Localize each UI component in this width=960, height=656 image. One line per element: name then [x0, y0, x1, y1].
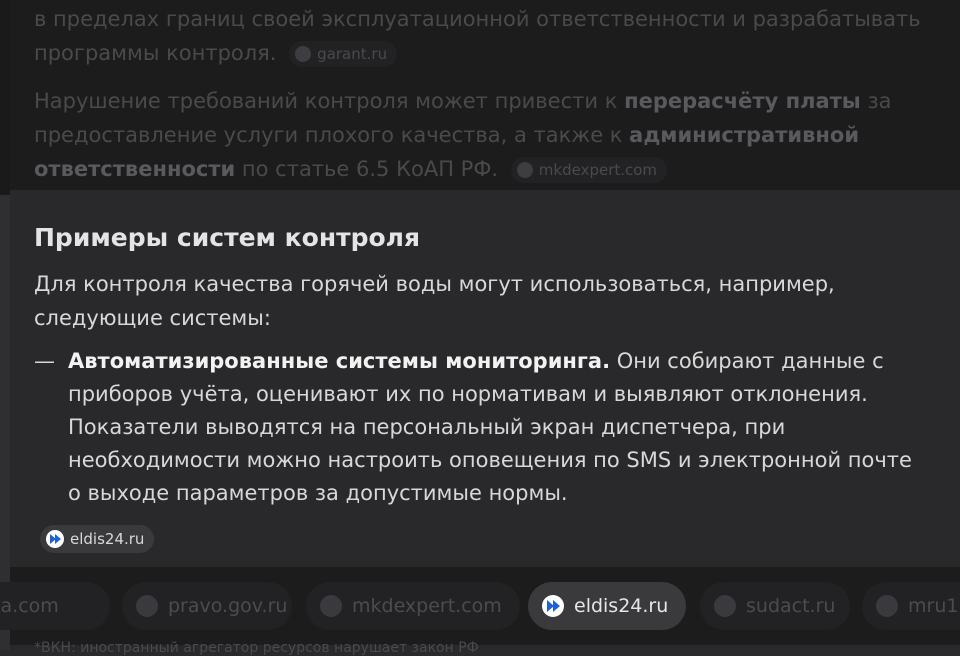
source-pill-label: iya.com [0, 595, 59, 617]
footnote: *ВКН: иностранный агрегатор ресурсов нар… [34, 640, 479, 656]
source-chip-label: mkdexpert.com [538, 161, 658, 179]
eldis-icon [46, 530, 64, 548]
mkdexpert-icon [320, 595, 342, 617]
mkdexpert-icon [516, 162, 533, 178]
source-pill-sudact[interactable]: sudact.ru [700, 582, 850, 630]
sources-carousel[interactable]: iya.com pravo.gov.ru mkdexpert.com eldis… [0, 567, 960, 645]
answer-panel: в пределах границ своей эксплуатационной… [0, 0, 960, 656]
source-pill-label: mkdexpert.com [352, 595, 502, 617]
eldis-icon [542, 595, 564, 617]
mru-icon [876, 595, 898, 617]
source-pill-label: mru1 [908, 595, 959, 617]
bold-text: перерасчёту платы [624, 89, 861, 113]
text: по статье 6.5 КоАП РФ. [235, 157, 499, 181]
list-dash: — [34, 349, 55, 373]
dimmed-line-1: в пределах границ своей эксплуатационной… [34, 7, 921, 31]
source-pill-iya[interactable]: iya.com [0, 582, 110, 630]
source-chip-eldis[interactable]: eldis24.ru [40, 525, 155, 553]
source-pill-pravo[interactable]: pravo.gov.ru [122, 582, 292, 630]
dimmed-paragraph-2: Нарушение требований контроля может прив… [34, 84, 934, 186]
source-chip-mkdexpert[interactable]: mkdexpert.com [510, 157, 668, 183]
sudact-icon [714, 595, 736, 617]
source-pill-eldis[interactable]: eldis24.ru [528, 582, 686, 630]
dimmed-paragraph-1: в пределах границ своей эксплуатационной… [34, 2, 934, 70]
source-chip-label: eldis24.ru [70, 530, 145, 548]
source-chip-garant[interactable]: garant.ru [289, 41, 398, 67]
source-chip-label: garant.ru [317, 45, 388, 63]
source-pill-label: sudact.ru [746, 595, 836, 617]
source-pill-label: eldis24.ru [574, 595, 669, 617]
garant-icon [295, 46, 312, 62]
source-pill-mkdexpert[interactable]: mkdexpert.com [306, 582, 520, 630]
section-title: Примеры систем контроля [34, 223, 421, 252]
pravo-icon [136, 595, 158, 617]
section-intro: Для контроля качества горячей воды могут… [34, 272, 835, 330]
dimmed-line-2: программы контроля. [34, 41, 277, 65]
text: Нарушение требований контроля может прив… [34, 89, 625, 113]
list-item-text: Автоматизированные системы мониторинга. … [68, 345, 928, 510]
source-pill-mru[interactable]: mru1 [862, 582, 960, 630]
source-pill-label: pravo.gov.ru [168, 595, 288, 617]
bold-text: Автоматизированные системы мониторинга. [68, 349, 611, 373]
